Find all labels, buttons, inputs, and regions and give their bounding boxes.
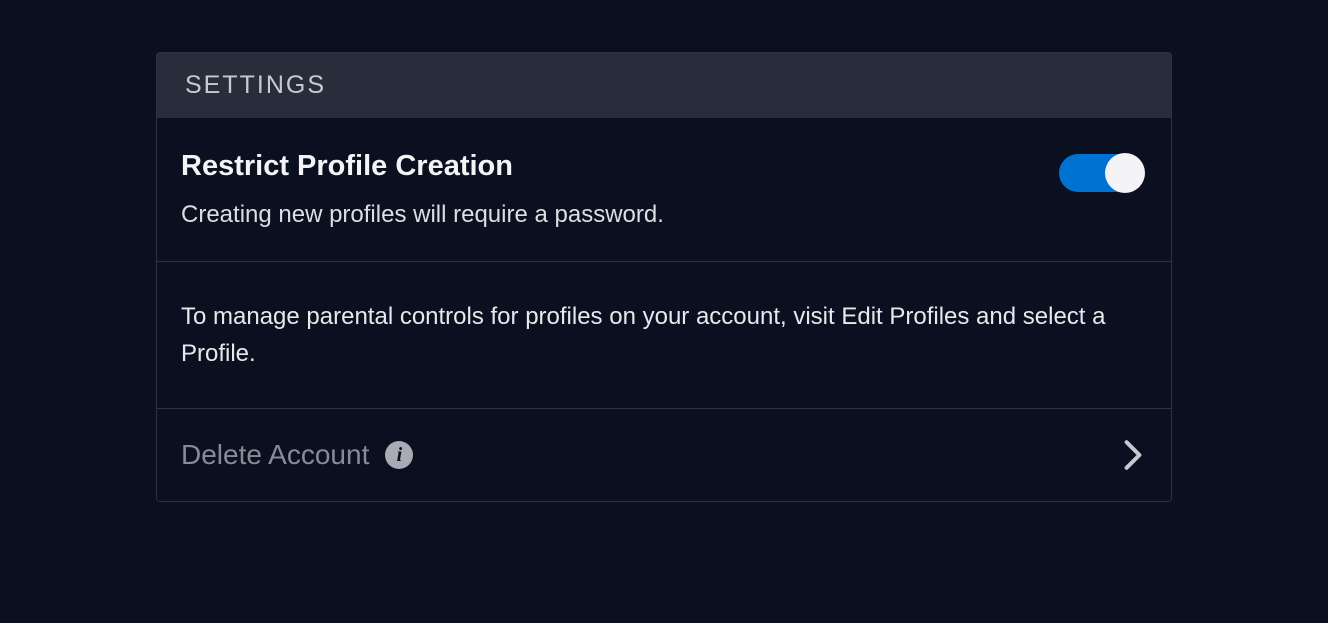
info-icon[interactable]: i (385, 441, 413, 469)
delete-account-left: Delete Account i (181, 439, 413, 471)
parental-controls-info-text: To manage parental controls for profiles… (181, 298, 1143, 372)
restrict-profile-description: Creating new profiles will require a pas… (181, 201, 1059, 229)
settings-header-title: SETTINGS (185, 71, 1143, 100)
delete-account-label: Delete Account (181, 439, 369, 471)
parental-controls-info-section: To manage parental controls for profiles… (157, 262, 1171, 409)
settings-panel: SETTINGS Restrict Profile Creation Creat… (156, 52, 1172, 502)
restrict-row: Restrict Profile Creation Creating new p… (181, 150, 1143, 229)
toggle-knob (1105, 153, 1145, 193)
restrict-profile-section: Restrict Profile Creation Creating new p… (157, 118, 1171, 262)
restrict-profile-toggle[interactable] (1059, 154, 1143, 192)
restrict-profile-title: Restrict Profile Creation (181, 150, 1059, 183)
settings-header: SETTINGS (157, 53, 1171, 118)
restrict-text-block: Restrict Profile Creation Creating new p… (181, 150, 1059, 229)
chevron-right-icon (1123, 439, 1143, 471)
delete-account-row[interactable]: Delete Account i (157, 409, 1171, 501)
